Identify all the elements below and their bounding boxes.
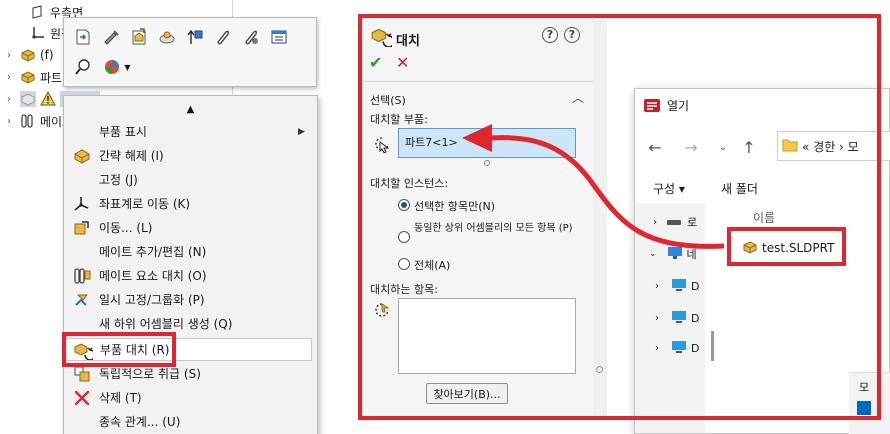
annotation-arrow [462, 124, 725, 249]
annotation-arrow-head [462, 124, 492, 152]
annotation-arrow-path [489, 135, 725, 249]
